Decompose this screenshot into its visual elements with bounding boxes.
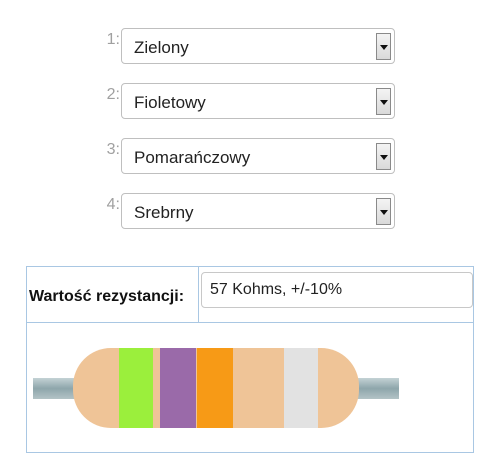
band-1-select[interactable]: Zielony	[121, 28, 395, 64]
result-divider	[198, 267, 199, 322]
result-panel: Wartość rezystancji:	[26, 266, 474, 453]
band-3-number: 3:	[106, 141, 120, 158]
band-4-select[interactable]: Srebrny	[121, 193, 395, 229]
chevron-down-icon[interactable]	[376, 88, 391, 115]
band-2-number: 2:	[106, 86, 120, 103]
band-1-number: 1:	[106, 31, 120, 48]
band-2-row: 2: Fioletowy	[0, 83, 500, 123]
band-4-number: 4:	[106, 196, 120, 213]
band-1-value: Zielony	[134, 38, 189, 57]
chevron-down-icon[interactable]	[376, 198, 391, 225]
chevron-down-icon[interactable]	[376, 143, 391, 170]
band-stripe-1	[119, 348, 153, 428]
resistance-label: Wartość rezystancji:	[29, 288, 185, 305]
band-2-select[interactable]: Fioletowy	[121, 83, 395, 119]
band-stripe-4	[284, 348, 318, 428]
band-1-row: 1: Zielony	[0, 28, 500, 68]
resistor-preview	[27, 323, 473, 452]
band-3-value: Pomarańczowy	[134, 148, 251, 167]
band-4-value: Srebrny	[134, 203, 194, 222]
resistor-lead-right	[353, 378, 399, 399]
band-stripe-2	[160, 348, 196, 428]
resistance-value-field[interactable]	[201, 272, 473, 308]
resistor-bands	[119, 348, 318, 428]
band-2-value: Fioletowy	[134, 93, 206, 112]
band-3-row: 3: Pomarańczowy	[0, 138, 500, 178]
band-4-row: 4: Srebrny	[0, 193, 500, 233]
band-stripe-3	[197, 348, 233, 428]
resistor-graphic	[33, 348, 399, 428]
resistor-lead-left	[33, 378, 79, 399]
band-3-select[interactable]: Pomarańczowy	[121, 138, 395, 174]
chevron-down-icon[interactable]	[376, 33, 391, 60]
